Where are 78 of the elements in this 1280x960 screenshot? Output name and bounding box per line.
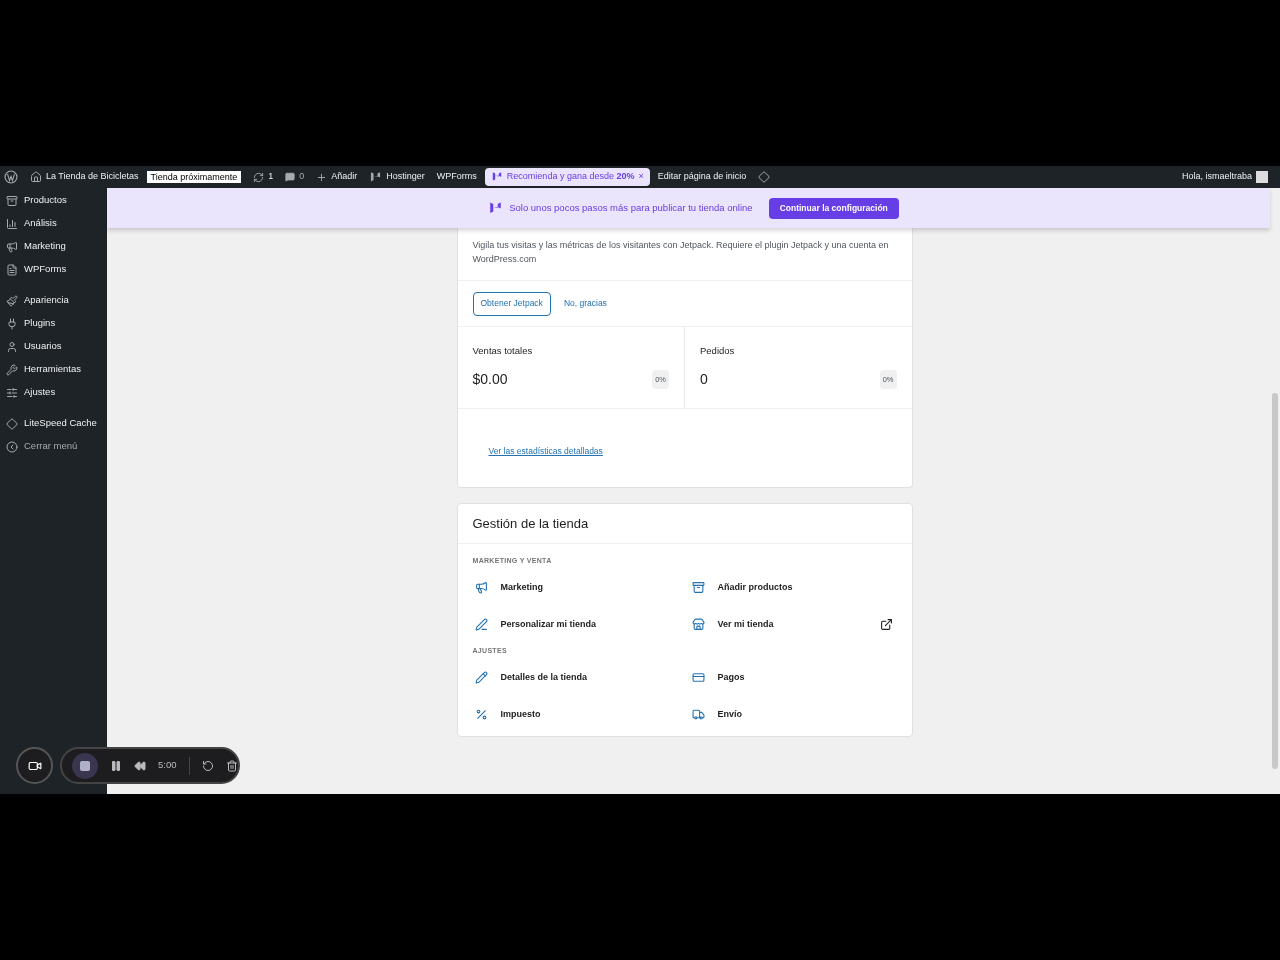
sidebar-item[interactable]: Usuarios	[0, 335, 107, 358]
banner-text: Solo unos pocos pasos más para publicar tu tienda online	[509, 200, 753, 215]
hostinger-logo	[369, 170, 383, 184]
collapse-icon	[6, 440, 18, 453]
store-item[interactable]: Ver mi tienda	[689, 606, 897, 644]
stop-button[interactable]	[72, 752, 98, 779]
refresh-icon	[253, 171, 265, 183]
credit-card-icon	[691, 671, 705, 685]
plug-icon	[6, 317, 18, 330]
paintbrush-icon	[6, 294, 18, 307]
pencil-icon	[474, 671, 488, 685]
hostinger-button[interactable]: Hostinger	[369, 170, 425, 184]
megaphone-icon	[474, 581, 488, 595]
metric-value: 0	[700, 370, 708, 390]
sidebar-item[interactable]: Herramientas	[0, 358, 107, 381]
comment-icon	[285, 172, 296, 182]
metric-value: $0.00	[472, 370, 508, 390]
restart-icon[interactable]	[201, 759, 214, 772]
account-button[interactable]: Hola, ismaeltraba	[1181, 170, 1268, 184]
store-item[interactable]: Envío	[689, 696, 897, 734]
form-icon	[6, 263, 18, 276]
archive-icon	[691, 581, 705, 595]
jetpack-description: Vigila tus visitas y las métricas de los visitantes con Jetpack. Requiere el plugin Jetpack y una cuenta en WordPress.com	[457, 228, 912, 281]
sidebar-item[interactable]: Cerrar menú	[0, 435, 107, 458]
updates-button[interactable]: 1	[253, 170, 274, 184]
status-badge: Tienda próximamente	[146, 171, 242, 183]
store-item[interactable]: Pagos	[689, 659, 897, 697]
truck-icon	[691, 708, 705, 722]
trash-icon[interactable]	[225, 759, 238, 772]
hostinger-logo	[488, 200, 504, 216]
store-item[interactable]: Personalizar mi tienda	[472, 606, 680, 644]
percent-icon	[474, 708, 488, 722]
user-icon	[6, 340, 18, 353]
card-title: Gestión de la tienda	[457, 504, 912, 545]
detailed-stats-link[interactable]: Ver las estadísticas detalladas	[488, 446, 603, 457]
store-item[interactable]: Detalles de la tienda	[472, 659, 680, 697]
hostinger-logo	[490, 171, 503, 183]
store-item[interactable]: Impuesto	[472, 696, 680, 734]
sidebar-item[interactable]: Plugins	[0, 312, 107, 335]
site-name-link[interactable]: La Tienda de Bicicletas	[46, 170, 139, 184]
megaphone-icon	[6, 240, 18, 253]
get-jetpack-button[interactable]: Obtener Jetpack	[472, 291, 551, 316]
scrollbar-thumb[interactable]	[1272, 393, 1278, 769]
rewind-icon[interactable]	[134, 759, 146, 772]
store-item[interactable]: Añadir productos	[689, 569, 897, 607]
sidebar-item[interactable]: Marketing	[0, 235, 107, 258]
external-link-icon	[879, 618, 893, 632]
comments-button[interactable]: 0	[285, 170, 305, 184]
archive-icon	[6, 194, 18, 207]
stop-icon	[79, 759, 91, 772]
bar-chart-icon	[6, 217, 18, 230]
continue-setup-button[interactable]: Continuar la configuración	[768, 197, 899, 219]
promo-button[interactable]: Recomienda y gana desde 20% ×	[484, 168, 650, 186]
wrench-icon	[6, 363, 18, 376]
diamond-icon[interactable]	[758, 171, 771, 183]
add-button[interactable]: Añadir	[316, 170, 358, 184]
metric-label: Ventas totales	[472, 344, 534, 358]
sidebar-item[interactable]: WPForms	[0, 258, 107, 281]
metric-label: Pedidos	[700, 344, 736, 358]
avatar	[1256, 171, 1268, 183]
sidebar-item[interactable]: Ajustes	[0, 381, 107, 404]
sidebar-item[interactable]: LiteSpeed Cache	[0, 412, 107, 435]
store-item[interactable]: Marketing	[472, 569, 680, 607]
recording-time: 5:00	[158, 758, 177, 773]
edit-page-button[interactable]: Editar página de inicio	[657, 170, 747, 184]
pause-icon[interactable]	[110, 759, 122, 772]
sidebar-item[interactable]: Productos	[0, 189, 107, 212]
sidebar-item[interactable]: Apariencia	[0, 289, 107, 312]
plus-icon	[316, 171, 328, 183]
no-thanks-link[interactable]: No, gracias	[563, 297, 607, 310]
brush-icon	[474, 618, 488, 632]
diamond-icon	[6, 417, 18, 430]
wpforms-button[interactable]: WPForms	[436, 170, 477, 184]
sidebar-item[interactable]: Análisis	[0, 212, 107, 235]
store-icon	[691, 618, 705, 632]
wordpress-logo[interactable]	[4, 170, 18, 184]
sliders-icon	[6, 386, 18, 399]
home-icon	[30, 171, 42, 183]
